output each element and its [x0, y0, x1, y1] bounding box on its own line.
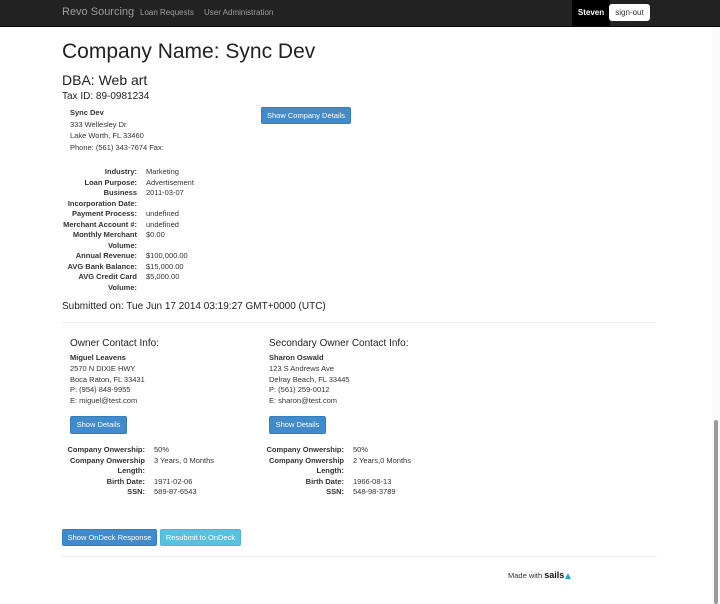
scrollbar-thumb[interactable] — [714, 420, 718, 604]
company-address-phone: Phone: (561) 343-7674 Fax: — [70, 142, 164, 152]
field-row: Company Onwership Length: 3 Years, 0 Mon… — [62, 456, 214, 477]
sails-boat-icon — [565, 573, 572, 579]
field-value: 2 Years,0 Months — [353, 455, 411, 465]
owner-email: E: miguel@test.com — [70, 396, 138, 406]
field-row: AVG Bank Balance: $15,000.00 — [62, 262, 194, 273]
field-label: SSN: — [127, 487, 145, 496]
field-value: 2011-03-07 — [146, 188, 184, 197]
company-name-heading: Company Name: Sync Dev — [62, 40, 316, 63]
made-with-text: Made with — [508, 571, 543, 580]
field-value: 548-98-3789 — [353, 487, 396, 496]
top-navbar: Revo Sourcing Loan Requests User Adminis… — [0, 0, 720, 27]
field-row: Company Onwership: 50% — [62, 445, 214, 456]
company-address-name: Sync Dev — [70, 108, 104, 117]
field-row: Business Incorporation Date: 2011-03-07 — [62, 188, 194, 209]
field-label: Business Incorporation Date: — [67, 188, 137, 208]
field-value: $15,000.00 — [146, 261, 184, 271]
brand-link[interactable]: Revo Sourcing — [62, 6, 134, 18]
field-value: Marketing — [146, 167, 179, 176]
field-label: Company Onwership Length: — [69, 455, 145, 476]
field-row: SSN: 589-87-6543 — [62, 487, 214, 498]
field-value: 1971-02-06 — [154, 476, 193, 486]
owner-city: Delray Beach, FL 33445 — [269, 374, 350, 384]
field-label: Company Onwership: — [67, 445, 145, 454]
field-row: Payment Process: undefined — [62, 209, 194, 220]
field-value: 589-87-6543 — [154, 487, 197, 496]
owner-name: Sharon Oswald — [269, 353, 324, 362]
field-value: undefined — [146, 209, 179, 218]
field-value: 50% — [154, 445, 170, 454]
field-label: AVG Bank Balance: — [67, 261, 137, 271]
secondary-owner-contact-block: Sharon Oswald 123 S Andrews Ave Delray B… — [269, 353, 350, 407]
owner-phone: P: (561) 259-0012 — [269, 385, 330, 395]
owner-phone: P: (954) 848-9955 — [70, 385, 131, 395]
field-row: Industry: Marketing — [62, 167, 194, 178]
company-address-street: 333 Wellesley Dr — [70, 119, 127, 129]
footer: Made with sails — [508, 570, 572, 580]
field-value: undefined — [146, 219, 179, 229]
show-ondeck-response-button[interactable]: Show OnDeck Response — [62, 529, 157, 546]
company-details-list: Industry: Marketing Loan Purpose: Advert… — [62, 167, 194, 293]
tax-id: Tax ID: 89-0981234 — [62, 91, 150, 102]
resubmit-to-ondeck-button[interactable]: Resubmit to OnDeck — [160, 529, 241, 546]
sails-logo: sails — [544, 570, 565, 580]
submitted-on: Submitted on: Tue Jun 17 2014 03:19:27 G… — [62, 301, 326, 312]
field-row: Company Onwership Length: 2 Years,0 Mont… — [261, 456, 411, 477]
footer-divider — [62, 556, 657, 557]
owner-street: 2570 N DIXIE HWY — [70, 363, 136, 373]
nav-user-administration[interactable]: User Administration — [204, 8, 273, 17]
field-row: Birth Date: 1966-08-13 — [261, 477, 411, 488]
field-row: Loan Purpose: Advertisement — [62, 177, 194, 189]
field-value: $0.00 — [146, 230, 165, 239]
field-label: Annual Revenue: — [75, 251, 137, 260]
secondary-owner-details-list: Company Onwership: 50% Company Onwership… — [261, 445, 411, 498]
field-row: Merchant Account #: undefined — [62, 220, 194, 231]
owner-street: 123 S Andrews Ave — [269, 363, 334, 373]
company-address: Sync Dev 333 Wellesley Dr Lake Worth, FL… — [70, 107, 164, 153]
divider — [62, 322, 657, 323]
field-row: Monthly Merchant Volume: $0.00 — [62, 230, 194, 251]
field-label: Industry: — [104, 167, 137, 176]
field-label: Birth Date: — [106, 476, 145, 486]
sign-out-button[interactable]: sign-out — [609, 4, 650, 21]
field-row: Company Onwership: 50% — [261, 445, 411, 456]
dba-heading: DBA: Web art — [62, 72, 148, 88]
field-label: Loan Purpose: — [84, 177, 137, 187]
field-label: Monthly Merchant Volume: — [72, 230, 137, 250]
field-label: AVG Credit Card Volume: — [78, 272, 137, 292]
field-value: 50% — [353, 445, 369, 454]
field-value: $5,000.00 — [146, 272, 180, 281]
owner-city: Boca Raton, FL 33431 — [70, 374, 145, 384]
field-label: Birth Date: — [305, 476, 344, 486]
field-value: 3 Years, 0 Months — [154, 455, 215, 465]
nav-loan-requests[interactable]: Loan Requests — [140, 8, 194, 17]
field-value: Advertisement — [146, 177, 194, 187]
field-row: AVG Credit Card Volume: $5,000.00 — [62, 272, 194, 293]
field-label: Company Onwership: — [266, 445, 344, 454]
owner-email: E: sharon@test.com — [269, 396, 338, 406]
field-label: Company Onwership Length: — [268, 455, 344, 476]
field-label: Payment Process: — [71, 209, 137, 218]
show-owner-details-button[interactable]: Show Details — [70, 416, 127, 434]
owner-contact-block: Miguel Leavens 2570 N DIXIE HWY Boca Rat… — [70, 353, 145, 407]
show-company-details-button[interactable]: Show Company Details — [261, 107, 351, 124]
show-secondary-owner-details-button[interactable]: Show Details — [269, 416, 326, 434]
field-row: Annual Revenue: $100,000.00 — [62, 251, 194, 262]
current-user[interactable]: Steven — [572, 0, 610, 26]
company-address-city: Lake Worth, FL 33460 — [70, 131, 144, 140]
owner-name: Miguel Leavens — [70, 353, 126, 362]
field-row: Birth Date: 1971-02-06 — [62, 477, 214, 488]
secondary-owner-contact-heading: Secondary Owner Contact Info: — [269, 338, 409, 349]
owner-details-list: Company Onwership: 50% Company Onwership… — [62, 445, 214, 498]
owner-contact-heading: Owner Contact Info: — [70, 338, 159, 349]
field-value: 1966-08-13 — [353, 476, 392, 486]
field-row: SSN: 548-98-3789 — [261, 487, 411, 498]
field-value: $100,000.00 — [146, 251, 188, 260]
field-label: Merchant Account #: — [63, 219, 137, 229]
field-label: SSN: — [326, 487, 344, 496]
